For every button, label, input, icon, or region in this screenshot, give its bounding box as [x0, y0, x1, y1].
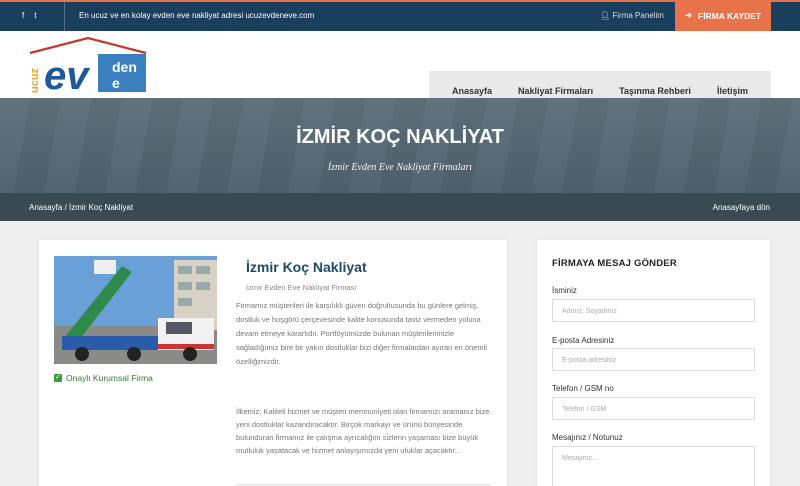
page-subtitle: İzmir Evden Eve Nakliyat Firmaları	[327, 162, 473, 173]
page-title: İZMİR KOÇ NAKLİYAT	[296, 126, 504, 148]
email-label: E-posta Adresiniz	[552, 336, 615, 345]
breadcrumb-path[interactable]: Anasayfa / İzmir Koç Nakliyat	[29, 203, 133, 212]
top-bar: f t En ucuz ve en kolay evden eve nakliy…	[0, 0, 800, 31]
nav-contact[interactable]: İletişim	[717, 86, 748, 96]
logo-left-text: ucuz	[29, 67, 41, 93]
firm-photo	[54, 256, 217, 364]
facebook-icon[interactable]: f	[22, 11, 24, 20]
back-home-link[interactable]: Anasayfaya dön	[713, 203, 770, 212]
breadcrumb: Anasayfa / İzmir Koç Nakliyat Anasayfaya…	[0, 193, 800, 221]
firm-panel-link[interactable]: 👤︎ Firma Panelim	[600, 11, 664, 20]
truck-photo-graphic	[54, 256, 217, 364]
site-header: ucuz ev den e Anasayfa Nakliyat Firmalar…	[0, 31, 800, 110]
message-form-title: FİRMAYA MESAJ GÖNDER	[552, 258, 677, 269]
social-links: f t	[22, 11, 36, 20]
site-tagline: En ucuz ve en kolay evden eve nakliyat a…	[79, 11, 315, 20]
message-form-panel: FİRMAYA MESAJ GÖNDER İsminiz Adınız, Soy…	[537, 240, 770, 486]
approved-label: Onaylı Kurumsal Firma	[66, 373, 153, 383]
site-logo[interactable]: ucuz ev den e	[28, 36, 150, 98]
email-input[interactable]: E-posta adresiniz	[552, 348, 755, 371]
firm-description-2: İlkemiz; Kaliteli hizmet ve müşteri memn…	[236, 407, 490, 455]
name-label: İsminiz	[552, 286, 577, 295]
firm-card: ✓ Onaylı Kurumsal Firma İzmir Koç Nakliy…	[39, 240, 507, 486]
message-textarea[interactable]: Mesajınız...	[552, 446, 755, 486]
firm-panel-label: Firma Panelim	[612, 11, 664, 20]
phone-input[interactable]: Telefon / GSM	[552, 397, 755, 420]
nav-home[interactable]: Anasayfa	[452, 86, 492, 96]
logo-right-text-2: e	[112, 75, 120, 91]
sign-in-icon: ➜	[684, 10, 692, 20]
logo-main-text: ev	[44, 54, 91, 95]
nav-moving-guide[interactable]: Taşınma Rehberi	[619, 86, 691, 96]
message-label: Mesajınız / Notunuz	[552, 433, 623, 442]
firm-category: İzmir Evden Eve Nakliyat Firması	[246, 283, 357, 292]
logo-graphic: ucuz ev den e	[29, 36, 147, 98]
page-hero: İZMİR KOÇ NAKLİYAT İzmir Evden Eve Nakli…	[0, 98, 800, 193]
nav-transport-firms[interactable]: Nakliyat Firmaları	[518, 86, 593, 96]
check-icon: ✓	[54, 374, 62, 382]
card-divider	[236, 484, 491, 485]
top-bar-divider	[64, 2, 65, 31]
firm-register-button[interactable]: ➜ FİRMA KAYDET	[675, 0, 771, 31]
logo-right-text-1: den	[112, 59, 137, 75]
firm-name[interactable]: İzmir Koç Nakliyat	[246, 259, 367, 275]
twitter-icon[interactable]: t	[34, 11, 36, 20]
name-input[interactable]: Adınız, Soyadınız	[552, 299, 755, 322]
approved-badge: ✓ Onaylı Kurumsal Firma	[54, 373, 153, 383]
user-icon: 👤︎	[600, 11, 611, 20]
firm-description-1: Firmamız müşterileri ile karşılıklı güve…	[236, 301, 487, 366]
firm-register-label: FİRMA KAYDET	[698, 10, 762, 21]
phone-label: Telefon / GSM no	[552, 384, 614, 393]
